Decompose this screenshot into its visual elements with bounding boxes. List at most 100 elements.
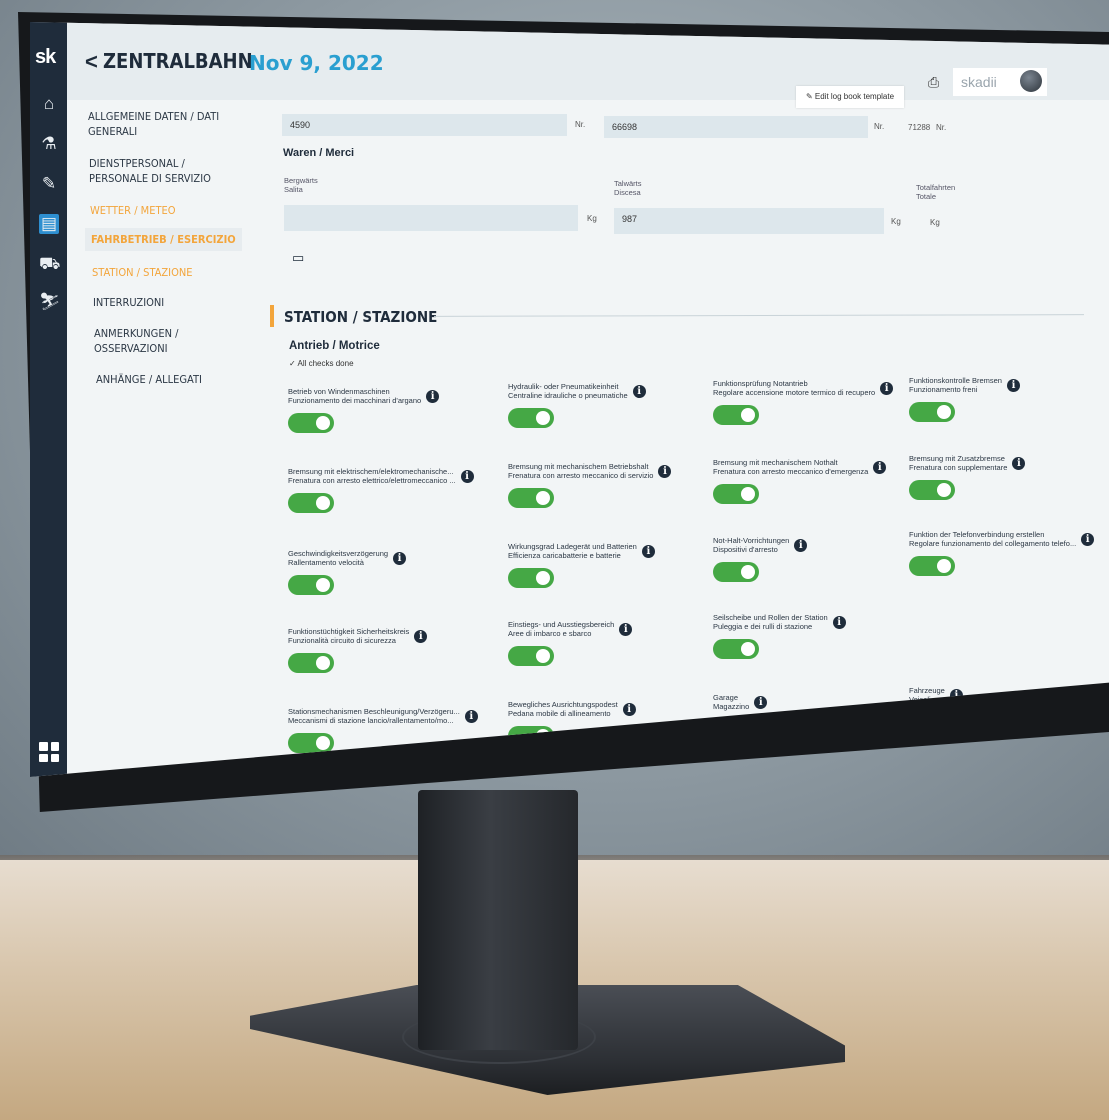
info-icon[interactable]: i — [794, 538, 808, 552]
section-divider — [433, 314, 1085, 317]
check-item: Geschwindigkeitsverzögerung Rallentamento… — [288, 549, 407, 596]
check-item: Bremsung mit elektrischem/elektromechani… — [288, 467, 474, 514]
logbook-icon[interactable]: ▤ — [39, 214, 59, 234]
section-accent-bar — [270, 305, 274, 327]
avatar[interactable] — [1020, 70, 1042, 92]
edit-template-button[interactable]: ✎ Edit log book template — [796, 86, 904, 108]
info-icon[interactable]: i — [658, 464, 672, 478]
check-toggle[interactable] — [288, 575, 334, 596]
info-icon[interactable]: i — [1006, 378, 1020, 392]
check-item-label-it: Meccanismi di stazione lancio/rallentame… — [288, 716, 454, 725]
check-item: Bremsung mit mechanischem Betriebshalt Fr… — [508, 462, 672, 509]
ski-icon[interactable]: ⛷ — [39, 292, 61, 312]
field-number-3: 71288 — [908, 123, 931, 132]
edit-template-label: Edit log book template — [814, 92, 895, 101]
wrench-icon[interactable]: ✎ — [39, 174, 59, 194]
check-item-label-de: Funktionskontrolle Bremsen — [909, 376, 1002, 385]
app-logo[interactable]: sk — [35, 46, 56, 69]
check-item-label: Garage Magazzino — [713, 693, 749, 711]
subsection-title: Antrieb / Motrice — [289, 340, 380, 352]
field-talwaerts-kg[interactable]: 987 — [614, 208, 884, 234]
nav-item-fahrbetrieb[interactable]: FAHRBETRIEB / ESERCIZIO — [85, 228, 242, 251]
field-bergwaerts-kg[interactable] — [284, 205, 578, 231]
check-item-label-it: Frenatura con arresto meccanico d'emerge… — [713, 467, 869, 476]
check-toggle[interactable] — [288, 733, 334, 754]
info-icon[interactable]: i — [754, 695, 768, 709]
check-item-label-de: Stationsmechanismen Beschleunigung/Verzö… — [288, 707, 460, 716]
info-icon[interactable]: i — [622, 702, 636, 716]
check-item-label: Bremsung mit mechanischem Nothalt Frenatu… — [713, 458, 868, 476]
check-toggle[interactable] — [288, 493, 334, 514]
home-icon[interactable]: ⌂ — [39, 94, 59, 114]
check-item: Funktionsprüfung Notantrieb Regolare acce… — [713, 379, 894, 426]
info-icon[interactable]: i — [426, 389, 440, 403]
nav-item-allgemeine[interactable]: ALLGEMEINE DATEN / DATI GENERALI — [88, 109, 238, 139]
check-item: Hydraulik- oder Pneumatikeinheit Centrali… — [508, 382, 646, 429]
field-number-1[interactable]: 4590 — [282, 114, 567, 136]
check-toggle[interactable] — [508, 568, 554, 589]
nav-item-anhaenge[interactable]: ANHÄNGE / ALLEGATI — [96, 372, 246, 387]
info-icon[interactable]: i — [1081, 532, 1095, 546]
nav-item-dienstpersonal[interactable]: DIENSTPERSONAL / PERSONALE DI SERVIZIO — [89, 156, 239, 186]
check-item-label-de: Funktionstüchtigkeit Sicherheitskreis — [288, 627, 410, 636]
check-item-label: Bremsung mit mechanischem Betriebshalt Fr… — [508, 462, 653, 480]
info-icon[interactable]: i — [632, 384, 646, 398]
check-item-label-de: Bremsung mit Zusatzbremse — [909, 454, 1005, 463]
check-toggle[interactable] — [508, 408, 554, 429]
info-icon[interactable]: i — [460, 469, 474, 483]
check-toggle[interactable] — [909, 556, 955, 577]
comment-icon[interactable]: ▭ — [292, 250, 304, 266]
page-date: Nov 9, 2022 — [249, 51, 384, 75]
field-number-2-unit: Nr. — [874, 122, 885, 131]
check-toggle[interactable] — [288, 413, 334, 434]
check-toggle[interactable] — [508, 488, 554, 509]
check-item-label-it: Efficienza caricabatterie e batterie — [508, 551, 621, 560]
nav-item-anmerkungen[interactable]: ANMERKUNGEN / OSSERVAZIONI — [94, 326, 244, 356]
check-item-label: Funktionsprüfung Notantrieb Regolare acce… — [713, 379, 875, 397]
check-item-label: Bewegliches Ausrichtungspodest Pedana mob… — [508, 700, 618, 718]
info-icon[interactable]: i — [832, 615, 846, 629]
chevron-left-icon[interactable]: < — [85, 49, 98, 75]
nav-item-interruzioni[interactable]: INTERRUZIONI — [93, 295, 243, 310]
info-icon[interactable]: i — [880, 381, 894, 395]
check-item-label-it: Funzionamento dei macchinari d'argano — [288, 396, 422, 405]
extinguisher-icon[interactable]: ⚗ — [39, 134, 59, 154]
check-item-label: Funktion der Telefonverbindung erstellen… — [909, 530, 1076, 548]
check-item: Bremsung mit mechanischem Nothalt Frenatu… — [713, 458, 887, 505]
check-item: Funktionskontrolle Bremsen Funzionamento … — [909, 376, 1020, 423]
apps-grid-icon[interactable] — [39, 742, 59, 762]
check-item-label-de: Bremsung mit mechanischem Nothalt — [713, 458, 838, 467]
check-toggle[interactable] — [508, 646, 554, 667]
check-toggle[interactable] — [713, 484, 759, 505]
check-item-label: Funktionstüchtigkeit Sicherheitskreis Fun… — [288, 627, 409, 645]
nav-item-wetter[interactable]: WETTER / METEO — [90, 203, 240, 218]
check-toggle[interactable] — [713, 405, 759, 426]
check-toggle[interactable] — [909, 480, 955, 501]
check-item-label-it: Regolare funzionamento del collegamento … — [909, 539, 1077, 548]
info-icon[interactable]: i — [393, 551, 407, 565]
check-item-label-de: Funktion der Telefonverbindung erstellen — [909, 530, 1045, 539]
field-number-2[interactable]: 66698 — [604, 116, 868, 138]
check-toggle[interactable] — [713, 639, 759, 660]
info-icon[interactable]: i — [464, 709, 478, 723]
check-item-label-it: Frenatura con arresto meccanico di servi… — [508, 471, 654, 480]
gondola-icon[interactable]: ⛟ — [39, 254, 60, 274]
info-icon[interactable]: i — [1012, 456, 1026, 470]
info-icon[interactable]: i — [619, 622, 633, 636]
check-toggle[interactable] — [713, 562, 759, 583]
nav-item-station[interactable]: STATION / STAZIONE — [92, 265, 242, 280]
info-icon[interactable]: i — [641, 544, 655, 558]
check-toggle[interactable] — [288, 653, 334, 674]
check-item-label-de: Seilscheibe und Rollen der Station — [713, 613, 828, 622]
check-toggle[interactable] — [909, 402, 955, 423]
check-item-label-it: Puleggia e dei rulli di stazione — [713, 622, 813, 631]
info-icon[interactable]: i — [873, 460, 887, 474]
check-item-label-it: Frenatura con arresto elettrico/elettrom… — [288, 476, 456, 485]
print-icon[interactable]: ⎙ — [928, 74, 939, 91]
info-icon[interactable]: i — [414, 629, 428, 643]
check-item-label: Geschwindigkeitsverzögerung Rallentamento… — [288, 549, 388, 567]
check-item-label-de: Wirkungsgrad Ladegerät und Batterien — [508, 542, 637, 551]
section-title: STATION / STAZIONE — [284, 308, 438, 326]
check-item-label-de: Betrieb von Windenmaschinen — [288, 387, 390, 396]
check-item-label-de: Not-Halt-Vorrichtungen — [713, 536, 790, 545]
